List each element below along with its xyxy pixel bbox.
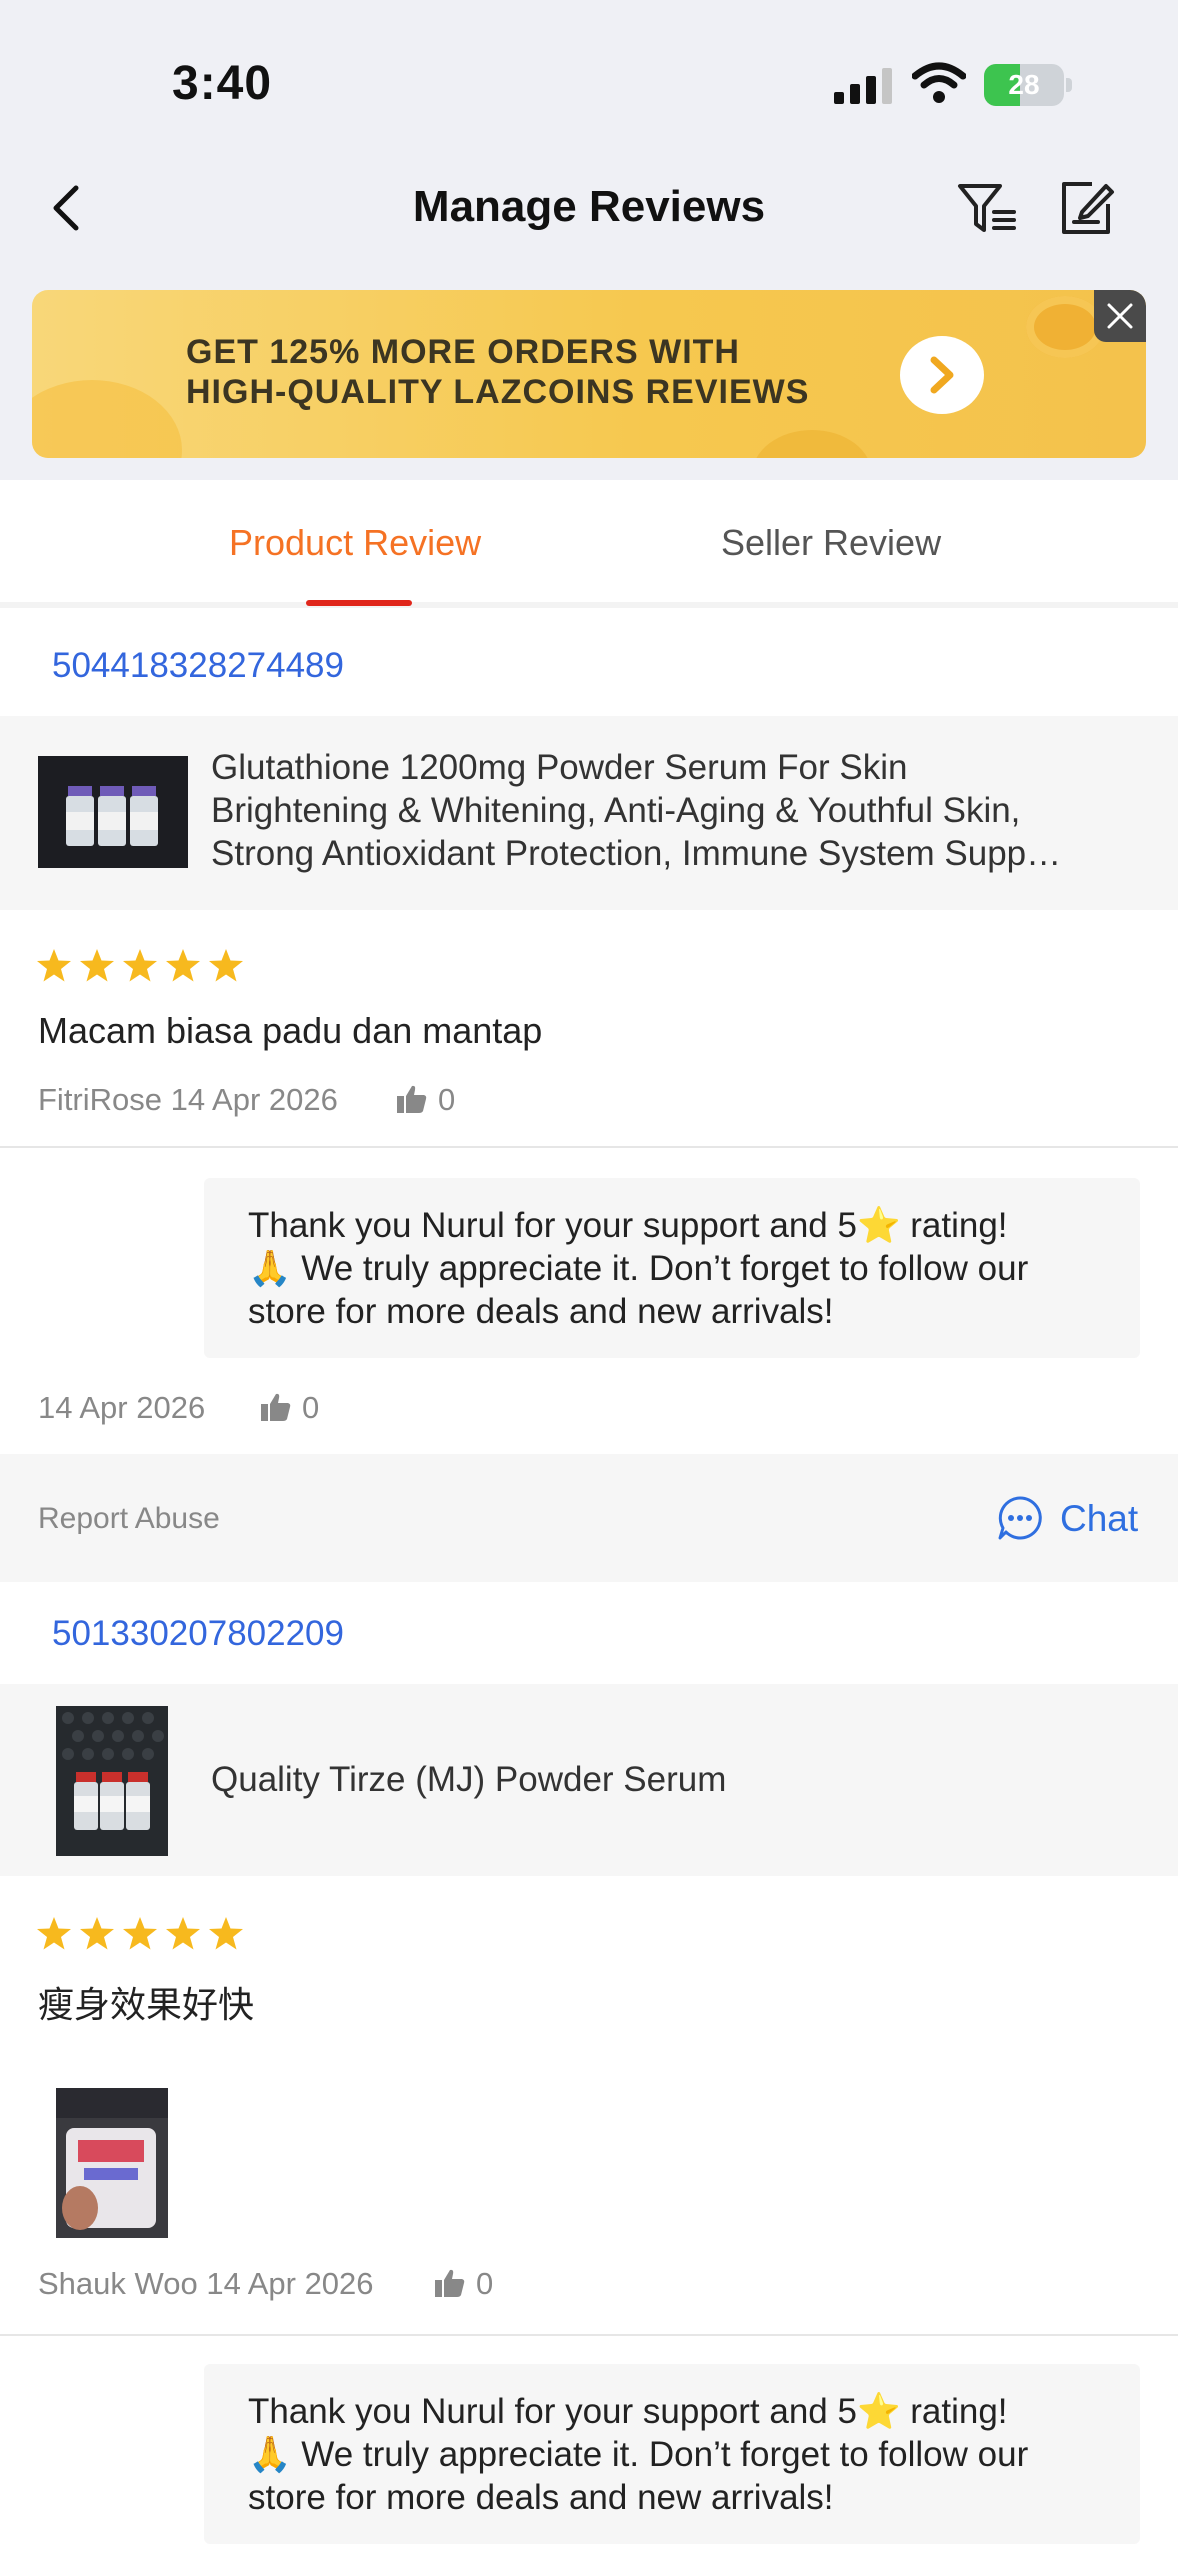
battery-indicator: 28 — [984, 64, 1072, 106]
chat-label: Chat — [1060, 1498, 1139, 1539]
status-time: 3:40 — [172, 57, 273, 110]
reply-date: 14 Apr 2026 — [38, 1390, 206, 1425]
reviewer-name: Shauk Woo — [38, 2266, 198, 2301]
order-id-link[interactable]: 501330207802209 — [52, 1614, 344, 1654]
rating-stars-icon — [37, 1917, 243, 1950]
review-tabs: Product Review Seller Review — [0, 480, 1178, 608]
reply-line: store for more deals and new arrivals! — [248, 2478, 834, 2517]
nav-bar: Manage Reviews — [0, 160, 1178, 260]
review-text: Macam biasa padu dan mantap — [38, 1010, 543, 1051]
review-photo[interactable] — [56, 2088, 168, 2238]
review-text: 瘦身效果好快 — [38, 1984, 255, 2025]
thumbs-up-icon — [261, 1393, 291, 1421]
rating-stars-icon — [37, 949, 243, 982]
header-area: 3:40 28 Manage Reviews GET 125% MORE ORD… — [0, 0, 1178, 480]
reply-line: 🙏 We truly appreciate it. Don’t forget t… — [248, 2435, 1029, 2474]
banner-line-1: GET 125% MORE ORDERS WITH — [186, 333, 740, 371]
product-thumbnail — [38, 756, 188, 868]
product-row[interactable]: Glutathione 1200mg Powder Serum For Skin… — [0, 716, 1178, 910]
banner-close-button[interactable] — [1094, 290, 1146, 342]
review-meta: Shauk Woo 14 Apr 2026 — [38, 2266, 374, 2302]
reply-line: 🙏 We truly appreciate it. Don’t forget t… — [248, 1249, 1029, 1288]
thumbs-up-icon — [435, 2269, 465, 2297]
status-bar: 3:40 28 — [0, 0, 1178, 150]
lazcoin-icon — [1026, 296, 1104, 358]
filter-icon[interactable] — [956, 178, 1020, 238]
review-actions-bar: Report Abuse Chat — [0, 1454, 1178, 1582]
thumbs-up-icon — [397, 1085, 427, 1113]
banner-headline: GET 125% MORE ORDERS WITH HIGH-QUALITY L… — [186, 332, 809, 412]
edit-note-icon[interactable] — [1056, 178, 1116, 238]
wifi-icon — [912, 62, 966, 103]
lazcoins-promo-banner[interactable]: GET 125% MORE ORDERS WITH HIGH-QUALITY L… — [32, 290, 1146, 458]
review-meta: FitriRose 14 Apr 2026 — [38, 1082, 338, 1118]
seller-reply-bubble: Thank you Nurul for your support and 5⭐ … — [204, 2364, 1140, 2544]
reply-like-count: 0 — [302, 1390, 320, 1425]
chat-bubble-icon — [998, 1496, 1042, 1540]
reply-line: Thank you Nurul for your support and 5⭐ … — [248, 2392, 1008, 2431]
review-date: 14 Apr 2026 — [170, 1082, 338, 1117]
product-row[interactable]: Quality Tirze (MJ) Powder Serum — [0, 1684, 1178, 1876]
banner-line-2: HIGH-QUALITY LAZCOINS REVIEWS — [186, 373, 810, 411]
report-abuse-link[interactable]: Report Abuse — [38, 1502, 220, 1536]
reply-line: Thank you Nurul for your support and 5⭐ … — [248, 1206, 1008, 1245]
cellular-signal-icon — [834, 68, 892, 104]
review-date: 14 Apr 2026 — [206, 2266, 374, 2301]
active-tab-indicator — [306, 600, 412, 606]
tab-product-review[interactable]: Product Review — [229, 522, 481, 564]
banner-arrow-button[interactable] — [900, 336, 984, 414]
reply-line: store for more deals and new arrivals! — [248, 1292, 834, 1331]
review-like-count: 0 — [438, 1082, 456, 1117]
chevron-right-icon — [930, 356, 954, 394]
chat-button[interactable]: Chat — [996, 1490, 1146, 1546]
manage-reviews-screen: 3:40 28 Manage Reviews GET 125% MORE ORD… — [0, 0, 1178, 2560]
divider — [0, 1146, 1178, 1148]
product-thumbnail — [56, 1706, 168, 1856]
tab-seller-review[interactable]: Seller Review — [721, 522, 941, 564]
review-like-count: 0 — [476, 2266, 494, 2301]
seller-reply-bubble: Thank you Nurul for your support and 5⭐ … — [204, 1178, 1140, 1358]
order-id-link[interactable]: 504418328274489 — [52, 646, 344, 686]
close-icon — [1107, 303, 1133, 329]
product-name: Quality Tirze (MJ) Powder Serum — [211, 1760, 727, 1799]
product-name: Glutathione 1200mg Powder Serum For Skin… — [211, 748, 1062, 873]
divider — [0, 2334, 1178, 2336]
battery-percent: 28 — [1008, 69, 1040, 100]
reviewer-name: FitriRose — [38, 1082, 163, 1117]
